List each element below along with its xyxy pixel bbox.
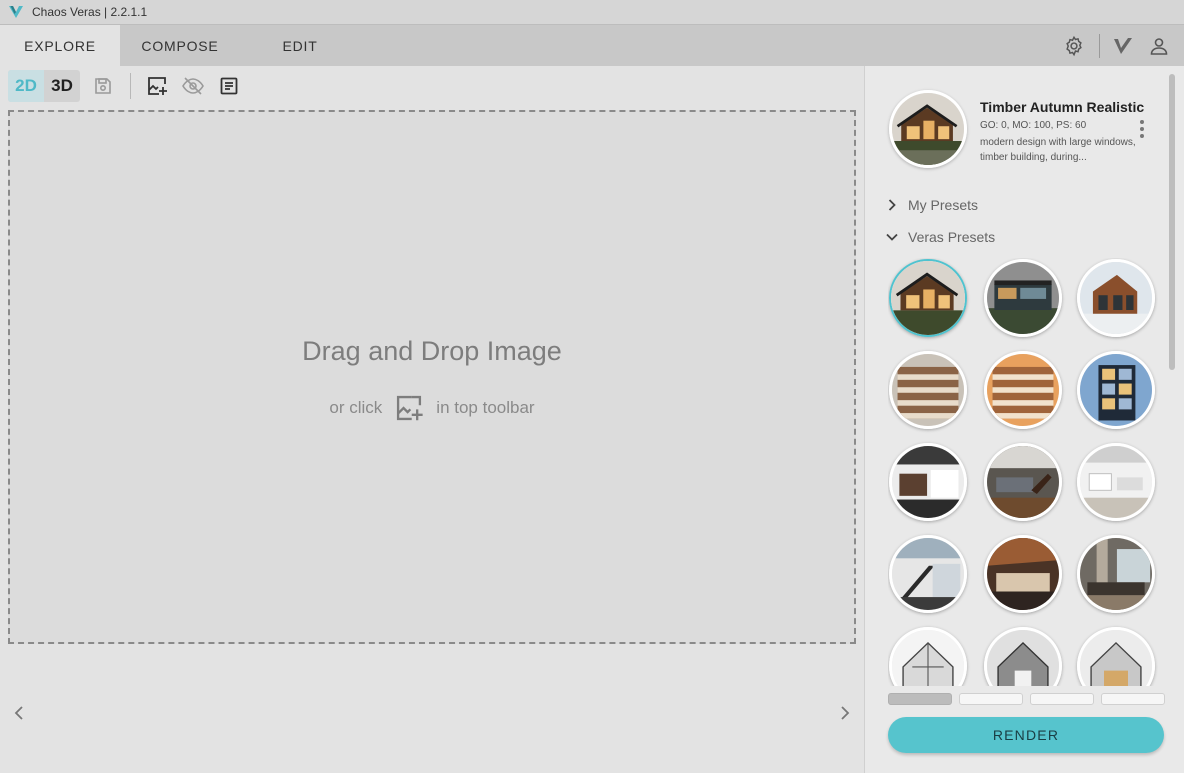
drop-zone-hint-before: or click xyxy=(329,398,383,417)
pager-page[interactable] xyxy=(888,693,952,705)
selected-preset-thumbnail xyxy=(889,90,967,168)
preset-thumbnail[interactable] xyxy=(984,535,1062,613)
veras-presets-label: Veras Presets xyxy=(908,229,996,245)
drop-zone-hint: or click in top toolbar xyxy=(10,392,854,424)
presets-scrollbar[interactable] xyxy=(1169,74,1175,370)
tab-explore[interactable]: EXPLORE xyxy=(0,25,120,66)
preset-thumbnail[interactable] xyxy=(1077,443,1155,521)
image-drop-zone[interactable]: Drag and Drop Image or click in top tool… xyxy=(8,110,856,644)
title-bar: Chaos Veras | 2.2.1.1 xyxy=(0,0,1184,25)
veras-logo-icon xyxy=(7,3,25,21)
mode-3d-button[interactable]: 3D xyxy=(44,70,80,102)
more-options-icon[interactable] xyxy=(1138,120,1146,138)
toolbar-divider xyxy=(130,73,131,99)
notes-icon[interactable] xyxy=(216,73,242,99)
veras-check-icon[interactable] xyxy=(1112,35,1134,57)
veras-presets-header[interactable]: Veras Presets xyxy=(886,229,995,245)
pager-page[interactable] xyxy=(1101,693,1165,705)
user-icon[interactable] xyxy=(1148,35,1170,57)
drop-zone-hint-after: in top toolbar xyxy=(436,398,535,417)
render-button[interactable]: RENDER xyxy=(888,717,1164,753)
preset-thumbnail[interactable] xyxy=(1077,627,1155,686)
header-actions xyxy=(1063,25,1184,66)
next-arrow-icon[interactable] xyxy=(835,702,855,724)
tab-bar: EXPLORE COMPOSE EDIT xyxy=(0,25,1184,66)
pager-page[interactable] xyxy=(959,693,1023,705)
my-presets-label: My Presets xyxy=(908,197,979,213)
mode-2d-button[interactable]: 2D xyxy=(8,70,44,102)
preset-pager xyxy=(888,693,1172,705)
preset-description: modern design with large windows, timber… xyxy=(980,137,1136,163)
eye-off-icon[interactable] xyxy=(180,73,206,99)
tab-edit[interactable]: EDIT xyxy=(240,25,360,66)
preset-thumbnail[interactable] xyxy=(984,259,1062,337)
save-icon[interactable] xyxy=(90,73,116,99)
canvas-toolbar: 2D 3D xyxy=(8,70,242,102)
preset-grid xyxy=(888,258,1158,686)
preset-params: GO: 0, MO: 100, PS: 60 xyxy=(980,120,1087,131)
previous-arrow-icon[interactable] xyxy=(9,702,29,724)
preset-thumbnail[interactable] xyxy=(984,443,1062,521)
preset-thumbnail[interactable] xyxy=(1077,351,1155,429)
chevron-down-icon xyxy=(886,231,898,243)
preset-thumbnail[interactable] xyxy=(984,351,1062,429)
preset-thumbnail[interactable] xyxy=(1077,535,1155,613)
preset-thumbnail[interactable] xyxy=(889,443,967,521)
preset-thumbnail[interactable] xyxy=(984,627,1062,686)
header-divider xyxy=(1099,33,1100,58)
preset-thumbnail[interactable] xyxy=(889,351,967,429)
chevron-right-icon xyxy=(886,199,898,211)
drop-zone-title: Drag and Drop Image xyxy=(302,336,562,366)
add-image-hint-icon xyxy=(392,392,426,424)
preset-thumbnail[interactable] xyxy=(889,259,967,337)
add-image-icon[interactable] xyxy=(144,73,170,99)
selected-preset: Timber Autumn Realistic GO: 0, MO: 100, … xyxy=(889,90,1169,170)
preset-thumbnail[interactable] xyxy=(1077,259,1155,337)
tab-compose[interactable]: COMPOSE xyxy=(120,25,240,66)
window-title: Chaos Veras | 2.2.1.1 xyxy=(32,5,148,19)
preset-thumbnail[interactable] xyxy=(889,535,967,613)
gear-icon[interactable] xyxy=(1063,35,1085,57)
preset-name: Timber Autumn Realistic xyxy=(980,99,1145,115)
dimension-toggle: 2D 3D xyxy=(8,70,80,102)
preset-thumbnail[interactable] xyxy=(889,627,967,686)
pager-page[interactable] xyxy=(1030,693,1094,705)
my-presets-header[interactable]: My Presets xyxy=(886,197,978,213)
